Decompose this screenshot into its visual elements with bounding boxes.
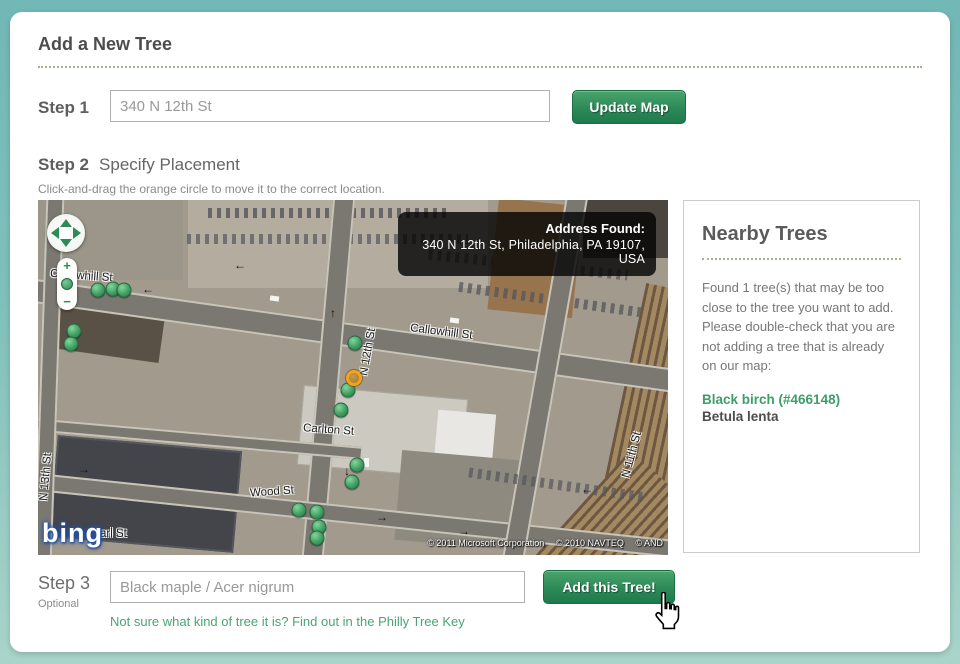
tree-marker[interactable] (90, 282, 106, 298)
copyright-navteq: © 2010 NAVTEQ (555, 538, 624, 548)
map-zoom-control[interactable]: + − (57, 258, 77, 310)
add-tree-button[interactable]: Add this Tree! (543, 570, 675, 604)
map-canvas[interactable]: Callowhill St Callowhill St N 12th St Ca… (38, 200, 668, 555)
tree-marker[interactable] (333, 402, 349, 418)
one-way-arrow-icon: → (458, 524, 470, 538)
page-title: Add a New Tree (38, 34, 173, 54)
bing-logo[interactable]: bing (42, 518, 103, 549)
map-car (449, 317, 460, 324)
step1-label: Step 1 (38, 98, 90, 117)
zoom-out-button[interactable]: − (63, 295, 71, 308)
zoom-in-button[interactable]: + (63, 259, 71, 272)
street-label-pearl: arl St (100, 528, 127, 540)
copyright-microsoft: © 2011 Microsoft Corporation (427, 538, 545, 548)
one-way-arrow-icon: ← (234, 258, 246, 272)
update-map-button[interactable]: Update Map (572, 90, 686, 124)
page-background: Add a New Tree Step 1 Update Map Step 2S… (0, 0, 960, 664)
species-input[interactable] (110, 571, 525, 603)
tree-marker[interactable] (344, 474, 360, 490)
nearby-trees-title: Nearby Trees (702, 223, 828, 245)
tree-marker[interactable] (291, 502, 307, 518)
copyright-and: © AND (635, 538, 663, 548)
tree-marker[interactable] (347, 335, 363, 351)
nearby-divider (702, 258, 901, 260)
step2-label: Step 2 (38, 155, 90, 174)
pan-left-icon[interactable] (51, 227, 59, 239)
title-divider (38, 66, 922, 68)
step2-title: Specify Placement (99, 155, 240, 174)
one-way-arrow-icon: ↑ (330, 306, 336, 320)
step3-label: Step 3 (38, 573, 91, 593)
address-found-tooltip: Address Found: 340 N 12th St, Philadelph… (398, 212, 656, 276)
map-car (269, 295, 280, 302)
step2-instruction: Click-and-drag the orange circle to move… (38, 182, 385, 196)
add-tree-card: Add a New Tree Step 1 Update Map Step 2S… (10, 12, 950, 652)
step2-heading: Step 2 Specify Placement (38, 155, 240, 175)
pan-right-icon[interactable] (73, 227, 81, 239)
one-way-arrow-icon: ← (142, 282, 154, 296)
nearby-trees-panel: Nearby Trees Found 1 tree(s) that may be… (683, 200, 920, 553)
nearby-trees-message: Found 1 tree(s) that may be too close to… (702, 280, 895, 373)
address-input[interactable] (110, 90, 550, 122)
zoom-slider-knob[interactable] (61, 278, 73, 290)
tree-placement-marker[interactable] (346, 370, 362, 386)
philly-tree-key-link[interactable]: Not sure what kind of tree it is? Find o… (110, 614, 465, 629)
map-car (364, 458, 369, 467)
step3-optional-label: Optional (38, 598, 79, 610)
pan-down-icon[interactable] (60, 239, 72, 247)
nearby-tree-species: Betula lenta (702, 408, 779, 424)
pan-up-icon[interactable] (60, 219, 72, 227)
nearby-tree-link[interactable]: Black birch (#466148) (702, 392, 901, 407)
tree-marker[interactable] (309, 530, 325, 546)
tree-marker[interactable] (349, 457, 365, 473)
tooltip-address: 340 N 12th St, Philadelphia, PA 19107, U… (422, 238, 645, 266)
street-label-wood: Wood St (249, 484, 295, 500)
one-way-arrow-icon: ← (581, 482, 593, 496)
tree-marker[interactable] (116, 282, 132, 298)
one-way-arrow-icon: → (78, 462, 90, 476)
one-way-arrow-icon: → (376, 510, 388, 524)
map-copyright: © 2011 Microsoft Corporation © 2010 NAVT… (418, 538, 663, 548)
map-pan-control[interactable] (47, 214, 85, 252)
tree-marker[interactable] (309, 504, 325, 520)
tooltip-heading: Address Found: (545, 221, 645, 236)
tree-marker[interactable] (63, 336, 79, 352)
